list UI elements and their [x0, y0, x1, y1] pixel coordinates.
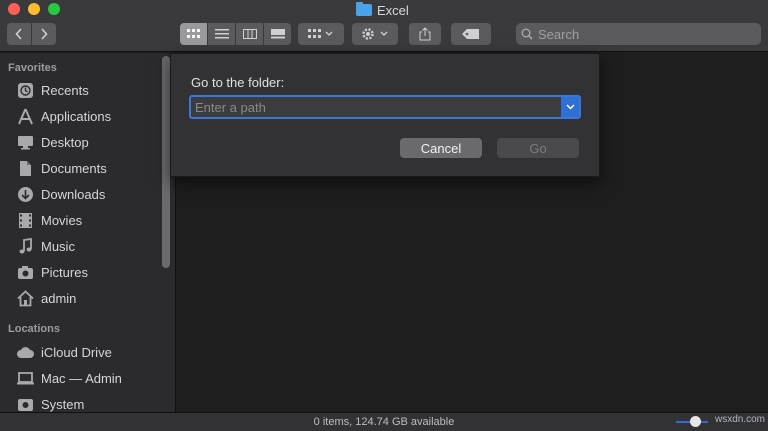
sidebar-item-label: Desktop — [41, 134, 89, 150]
disk-icon — [16, 396, 35, 413]
window-title-text: Excel — [377, 2, 409, 18]
chevron-right-icon — [41, 28, 48, 40]
sidebar-item-label: Downloads — [41, 186, 106, 202]
chevron-left-icon — [15, 28, 22, 40]
sidebar-item-label: Music — [41, 238, 75, 254]
icon-size-slider-knob[interactable] — [690, 416, 701, 427]
window-title: Excel — [356, 2, 409, 18]
sidebar-item-mac-admin[interactable]: Mac — Admin — [16, 368, 122, 388]
sidebar-item-pictures[interactable]: Pictures — [16, 262, 88, 282]
gear-icon — [362, 28, 388, 40]
column-view-icon — [242, 29, 257, 39]
chevron-down-icon — [565, 104, 575, 110]
path-history-dropdown[interactable] — [561, 97, 579, 117]
gallery-view-icon — [270, 29, 285, 39]
watermark: wsxdn.com — [714, 414, 765, 425]
share-button[interactable] — [409, 23, 441, 45]
search-placeholder: Search — [538, 26, 580, 42]
sidebar-scrollbar[interactable] — [162, 56, 170, 268]
applications-icon — [16, 108, 35, 125]
download-icon — [16, 186, 35, 203]
sidebar-item-icloud-drive[interactable]: iCloud Drive — [16, 342, 112, 362]
forward-button[interactable] — [32, 23, 56, 45]
folder-icon — [356, 2, 372, 16]
sidebar-item-movies[interactable]: Movies — [16, 210, 82, 230]
icon-view-button[interactable] — [180, 23, 207, 45]
back-button[interactable] — [7, 23, 31, 45]
sidebar-item-label: Mac — Admin — [41, 370, 122, 386]
go-button[interactable]: Go — [497, 138, 579, 158]
locations-header: Locations — [8, 323, 60, 335]
search-field[interactable]: Search — [516, 23, 761, 45]
zoom-window-button[interactable] — [48, 3, 60, 15]
desktop-icon — [16, 134, 35, 151]
close-window-button[interactable] — [8, 3, 20, 15]
sidebar-item-label: Recents — [41, 82, 89, 98]
laptop-icon — [16, 370, 35, 387]
sidebar-item-system[interactable]: System — [16, 394, 84, 414]
sidebar-item-label: Pictures — [41, 264, 88, 280]
favorites-header: Favorites — [8, 62, 57, 74]
path-input[interactable] — [195, 99, 559, 115]
tag-icon — [462, 29, 479, 39]
sidebar-item-applications[interactable]: Applications — [16, 106, 111, 126]
document-icon — [16, 160, 35, 177]
sidebar-item-label: System — [41, 396, 85, 412]
sidebar: Favorites Recents Applications Desktop D… — [0, 53, 175, 412]
sidebar-item-recents[interactable]: Recents — [16, 80, 89, 100]
icon-view-icon — [186, 29, 200, 38]
list-view-icon — [214, 29, 229, 39]
sidebar-item-admin[interactable]: admin — [16, 288, 76, 308]
column-view-button[interactable] — [236, 23, 263, 45]
group-icon — [308, 29, 333, 38]
sidebar-item-downloads[interactable]: Downloads — [16, 184, 105, 204]
sidebar-item-music[interactable]: Music — [16, 236, 75, 256]
cloud-icon — [16, 344, 35, 361]
sidebar-item-label: iCloud Drive — [41, 344, 112, 360]
search-icon — [521, 28, 533, 40]
action-menu-button[interactable] — [352, 23, 398, 45]
list-view-button[interactable] — [208, 23, 235, 45]
tag-button[interactable] — [451, 23, 491, 45]
status-bar: 0 items, 124.74 GB available — [0, 412, 768, 431]
gallery-view-button[interactable] — [264, 23, 291, 45]
sidebar-item-label: Documents — [41, 160, 107, 176]
music-icon — [16, 237, 35, 255]
share-icon — [419, 27, 431, 41]
dialog-label: Go to the folder: — [191, 75, 285, 90]
home-icon — [16, 289, 35, 307]
view-mode-control — [180, 23, 291, 45]
sidebar-item-label: Applications — [41, 108, 112, 124]
group-by-button[interactable] — [298, 23, 344, 45]
window-toolbar: Excel Search — [0, 0, 768, 52]
cancel-button[interactable]: Cancel — [400, 138, 482, 158]
camera-icon — [16, 264, 35, 281]
minimize-window-button[interactable] — [28, 3, 40, 15]
path-combo-box — [189, 95, 581, 119]
sidebar-item-label: admin — [41, 290, 77, 306]
film-icon — [16, 212, 35, 229]
go-to-folder-dialog: Go to the folder: Cancel Go — [170, 53, 600, 177]
sidebar-item-documents[interactable]: Documents — [16, 158, 107, 178]
status-text: 0 items, 124.74 GB available — [313, 416, 455, 428]
clock-icon — [16, 82, 35, 99]
sidebar-item-desktop[interactable]: Desktop — [16, 132, 89, 152]
sidebar-item-label: Movies — [41, 212, 83, 228]
